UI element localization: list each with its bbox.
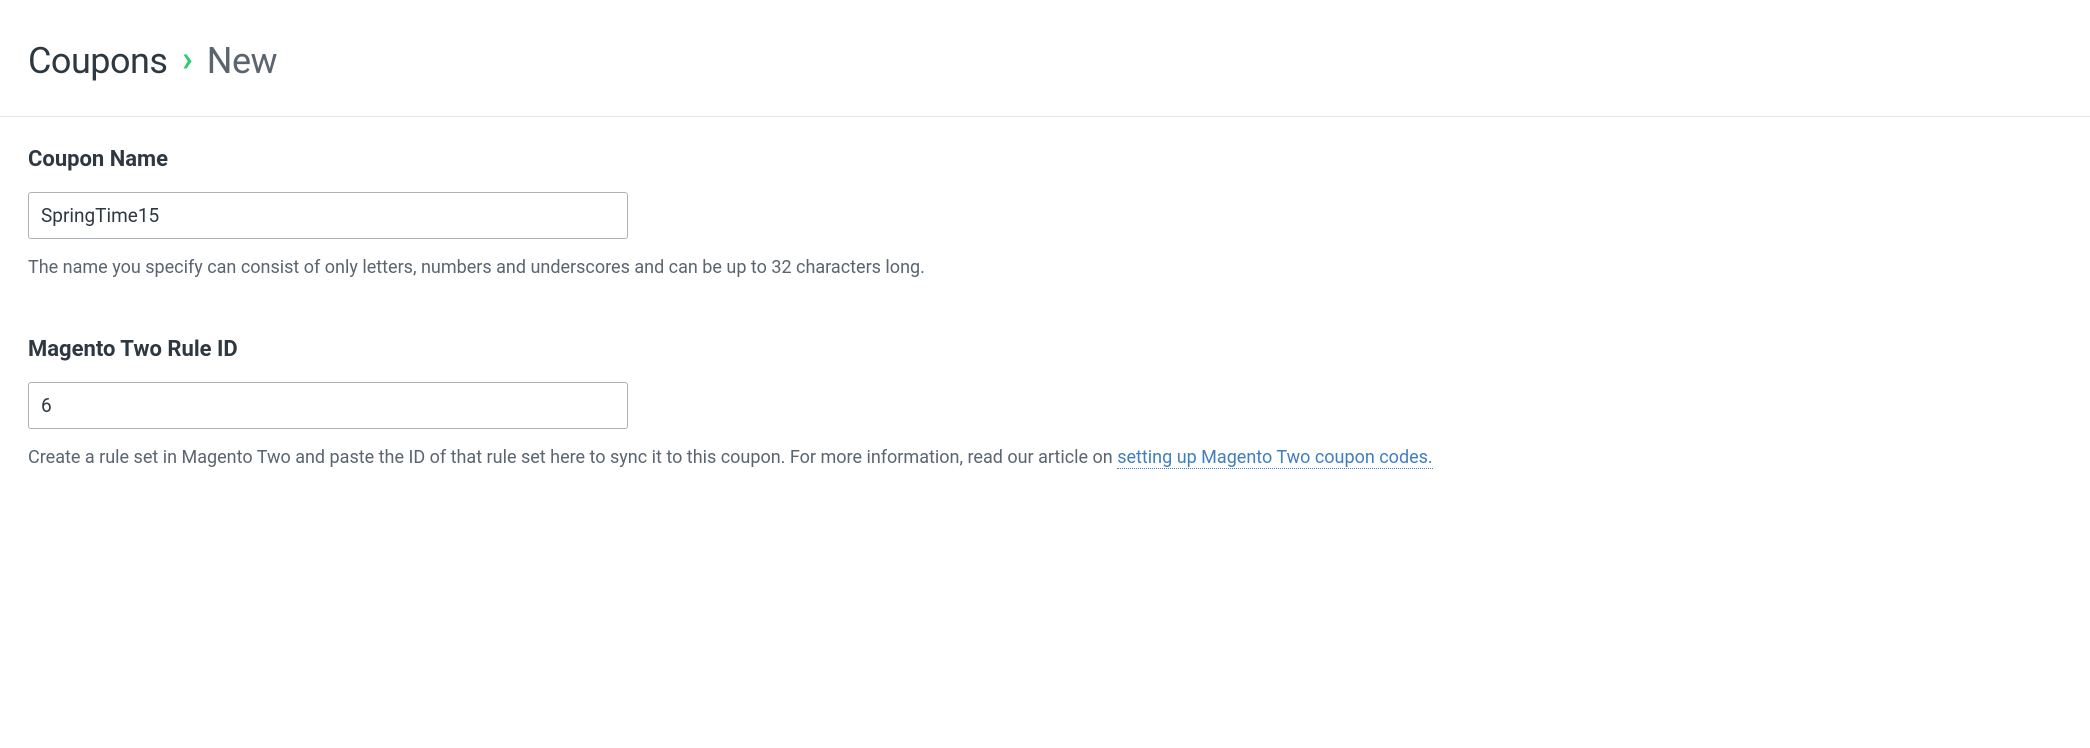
rule-id-help-text: Create a rule set in Magento Two and pas… xyxy=(28,447,1117,468)
coupon-name-group: Coupon Name The name you specify can con… xyxy=(28,147,2062,281)
rule-id-group: Magento Two Rule ID Create a rule set in… xyxy=(28,337,2062,471)
rule-id-label: Magento Two Rule ID xyxy=(28,337,2062,362)
rule-id-help: Create a rule set in Magento Two and pas… xyxy=(28,445,2062,471)
form-area: Coupon Name The name you specify can con… xyxy=(0,117,2090,567)
chevron-right-icon: › xyxy=(182,38,192,80)
rule-id-help-link[interactable]: setting up Magento Two coupon codes. xyxy=(1117,447,1433,469)
coupon-name-input[interactable] xyxy=(28,192,628,239)
breadcrumb: Coupons › New xyxy=(28,38,2062,82)
breadcrumb-current: New xyxy=(207,40,277,82)
page-header: Coupons › New xyxy=(0,0,2090,116)
rule-id-input[interactable] xyxy=(28,382,628,429)
coupon-name-help: The name you specify can consist of only… xyxy=(28,255,2062,281)
coupon-name-label: Coupon Name xyxy=(28,147,2062,172)
breadcrumb-root[interactable]: Coupons xyxy=(28,40,168,82)
